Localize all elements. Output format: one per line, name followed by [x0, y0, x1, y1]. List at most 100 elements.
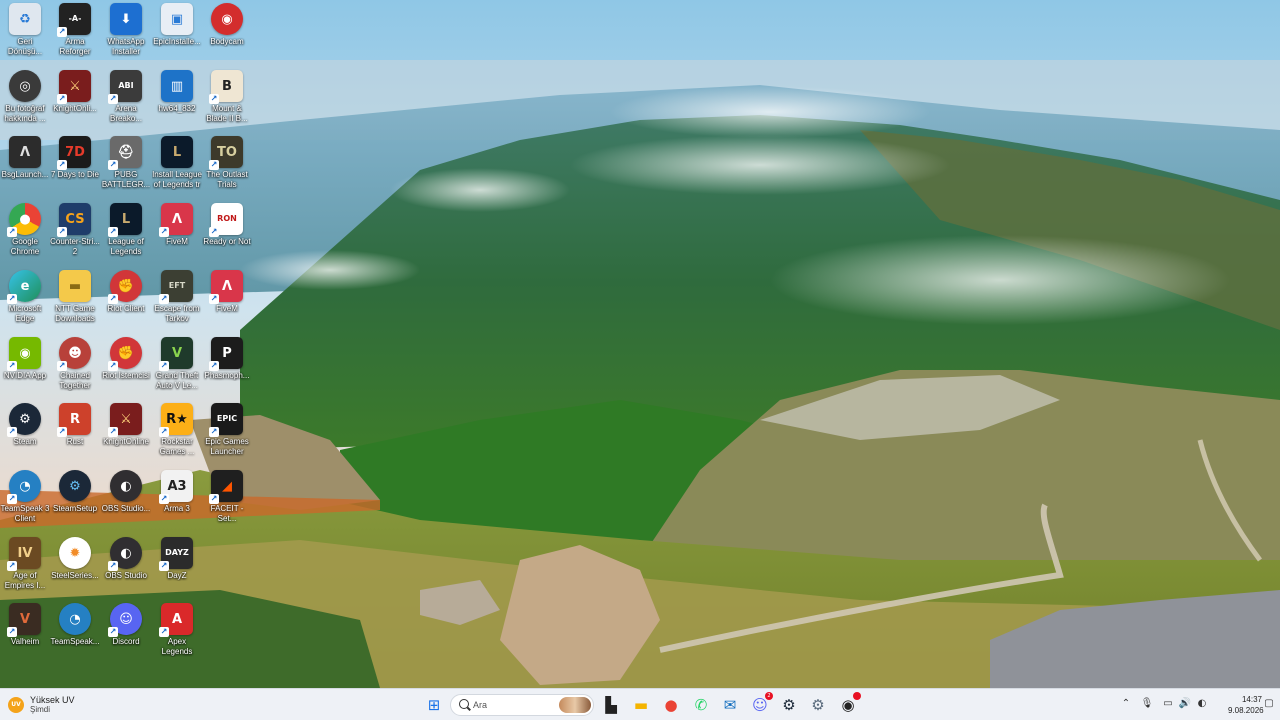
desktop-shortcut[interactable]: ◐ OBS Studio...: [101, 467, 151, 533]
outlook-button[interactable]: ✉: [719, 694, 741, 716]
desktop-shortcut[interactable]: A3 ↗ Arma 3: [152, 467, 202, 533]
icon-glyph: R★: [166, 411, 188, 427]
desktop-shortcut[interactable]: ☻ ↗ Chained Together: [50, 334, 100, 400]
outlook-icon: ✉: [723, 696, 737, 714]
icon-glyph: RON: [217, 214, 237, 223]
rust-icon: R ↗: [57, 403, 91, 437]
network-button[interactable]: ▭: [1161, 697, 1175, 711]
whatsapp-button[interactable]: ✆: [690, 694, 712, 716]
desktop-shortcut[interactable]: Λ BsgLaunch...: [0, 133, 50, 199]
desktop-shortcut[interactable]: ✹ SteelSeries...: [50, 534, 100, 600]
desktop-shortcut-label: Escape from Tarkov: [154, 304, 200, 323]
search-highlight-image: [559, 697, 591, 713]
chevron-up-icon: ⌃: [1121, 698, 1131, 709]
edge-icon: e ↗: [7, 270, 41, 304]
desktop-shortcut[interactable]: ▣ EpicInstalle...: [152, 0, 202, 66]
desktop-shortcut[interactable]: RON ↗ Ready or Not: [202, 200, 252, 266]
shortcut-arrow-icon: ↗: [57, 361, 67, 371]
desktop-shortcut-label: Counter-Stri... 2: [50, 237, 100, 256]
desktop-shortcut[interactable]: ⚔ ↗ KnightOnli...: [50, 67, 100, 133]
desktop-shortcut[interactable]: EPIC ↗ Epic Games Launcher: [202, 400, 252, 466]
desktop-shortcut[interactable]: L Install League of Legends tr: [152, 133, 202, 199]
desktop-shortcut[interactable]: L ↗ League of Legends: [101, 200, 151, 266]
icon-glyph: Λ: [221, 278, 233, 294]
desktop-shortcut[interactable]: ⚙ ↗ Steam: [0, 400, 50, 466]
desktop-shortcut[interactable]: Λ ↗ FiveM: [202, 267, 252, 333]
desktop-shortcut[interactable]: ✊ ↗ Riot Client: [101, 267, 151, 333]
steam-button[interactable]: ⚙: [778, 694, 800, 716]
desktop-shortcut-label: The Outlast Trials: [206, 170, 248, 189]
desktop-shortcut[interactable]: ◐ ↗ OBS Studio: [101, 534, 151, 600]
desktop-shortcut[interactable]: ✊ ↗ Riot İstemcisi: [101, 334, 151, 400]
desktop-shortcut[interactable]: ⚔ ↗ KnightOnline: [101, 400, 151, 466]
desktop-shortcut[interactable]: -A- ↗ Arma Reforger: [50, 0, 100, 66]
desktop-shortcut[interactable]: ABI ↗ Arena Breako...: [101, 67, 151, 133]
desktop-shortcut[interactable]: ▬ NTT Game Downloads: [50, 267, 100, 333]
settings-button[interactable]: ⚙: [807, 694, 829, 716]
shortcut-arrow-icon: ↗: [159, 361, 169, 371]
desktop-shortcut[interactable]: R ↗ Rust: [50, 400, 100, 466]
desktop-shortcut[interactable]: DAYZ ↗ DayZ: [152, 534, 202, 600]
desktop-shortcut[interactable]: IV ↗ Age of Empires I...: [0, 534, 50, 600]
icon-glyph: V: [171, 345, 183, 361]
desktop-shortcut[interactable]: 7D ↗ 7 Days to Die: [50, 133, 100, 199]
desktop-shortcut-label: PUBG BATTLEGR...: [101, 170, 151, 189]
desktop-shortcut[interactable]: ⛑ ↗ PUBG BATTLEGR...: [101, 133, 151, 199]
camera-info-icon: ◎: [9, 70, 41, 102]
desktop-shortcut[interactable]: ◉ ↗ NVIDIA App: [0, 334, 50, 400]
taskbar-clock[interactable]: 14:37 9.08.2026: [1228, 694, 1264, 716]
desktop-shortcut-label: BsgLaunch...: [1, 170, 49, 179]
desktop-shortcut-label: KnightOnli...: [53, 104, 97, 113]
notification-center-button[interactable]: ▢: [1262, 697, 1276, 711]
search-input[interactable]: [473, 698, 553, 712]
desktop-shortcut[interactable]: ⚙ SteamSetup: [50, 467, 100, 533]
desktop-shortcut[interactable]: EFT ↗ Escape from Tarkov: [152, 267, 202, 333]
desktop-shortcut[interactable]: R★ ↗ Rockstar Games ...: [152, 400, 202, 466]
desktop-shortcut[interactable]: CS ↗ Counter-Stri... 2: [50, 200, 100, 266]
desktop-shortcut[interactable]: e ↗ Microsoft Edge: [0, 267, 50, 333]
desktop-shortcut[interactable]: Λ ↗ FiveM: [152, 200, 202, 266]
desktop-shortcut[interactable]: ◎ Bu fotoğraf hakkında ...: [0, 67, 50, 133]
game-app-button[interactable]: ◉: [837, 692, 861, 716]
volume-button[interactable]: 🔊: [1178, 697, 1192, 711]
icon-glyph: ▥: [170, 78, 184, 94]
aoe-icon: IV ↗: [7, 537, 41, 571]
desktop-shortcut[interactable]: A ↗ Apex Legends: [152, 600, 202, 666]
desktop-shortcut[interactable]: ⬇ WhatsApp Installer: [101, 0, 151, 66]
task-view-button[interactable]: ▙: [600, 694, 622, 716]
desktop-shortcut[interactable]: ☺ ↗ Discord: [101, 600, 151, 666]
desktop-shortcut-label: DayZ: [167, 571, 187, 580]
discord-button[interactable]: ☺ 2: [749, 692, 773, 716]
icon-glyph: ▣: [170, 11, 184, 27]
desktop-shortcut[interactable]: P ↗ Phasmoph...: [202, 334, 252, 400]
desktop-shortcut[interactable]: V ↗ Valheim: [0, 600, 50, 666]
microphone-button[interactable]: 🎙: [1140, 697, 1154, 711]
start-button[interactable]: ⊞: [423, 694, 445, 716]
weather-widget[interactable]: UV Yüksek UV Şimdi: [8, 693, 75, 717]
desktop-shortcut[interactable]: V ↗ Grand Theft Auto V Le...: [152, 334, 202, 400]
desktop-shortcut-label: FACEIT - Set...: [210, 504, 244, 523]
desktop-shortcut[interactable]: TO ↗ The Outlast Trials: [202, 133, 252, 199]
desktop-shortcut[interactable]: ◔ TeamSpeak...: [50, 600, 100, 666]
desktop-shortcut-label: TeamSpeak...: [50, 637, 100, 646]
desktop-shortcut[interactable]: ▥ hw64_832: [152, 67, 202, 133]
shortcut-arrow-icon: ↗: [7, 627, 17, 637]
show-hidden-icons-button[interactable]: ⌃: [1119, 697, 1133, 711]
settings-gear-icon: ⚙: [811, 696, 825, 714]
battery-status-button[interactable]: ◐: [1195, 697, 1209, 711]
shortcut-arrow-icon: ↗: [57, 427, 67, 437]
shortcut-arrow-icon: ↗: [108, 227, 118, 237]
desktop-shortcut[interactable]: ◔ ↗ TeamSpeak 3 Client: [0, 467, 50, 533]
desktop-shortcut[interactable]: ◉ Bodycam: [202, 0, 252, 66]
desktop-shortcut[interactable]: ◢ ↗ FACEIT - Set...: [202, 467, 252, 533]
desktop-shortcut[interactable]: ♻ Geri Dönüşü...: [0, 0, 50, 66]
icon-glyph: ◔: [69, 611, 81, 627]
chrome-button[interactable]: ●: [660, 694, 682, 716]
desktop-shortcut[interactable]: B ↗ Mount & Blade II B...: [202, 67, 252, 133]
desktop-shortcut-label: Grand Theft Auto V Le...: [155, 371, 199, 390]
file-explorer-button[interactable]: ▬: [630, 694, 652, 716]
knightonline-alt-icon: ⚔ ↗: [108, 403, 142, 437]
desktop-shortcut[interactable]: ● ↗ Google Chrome: [0, 200, 50, 266]
taskbar-search-box[interactable]: [450, 694, 594, 716]
notification-bell-icon: ▢: [1264, 698, 1274, 709]
